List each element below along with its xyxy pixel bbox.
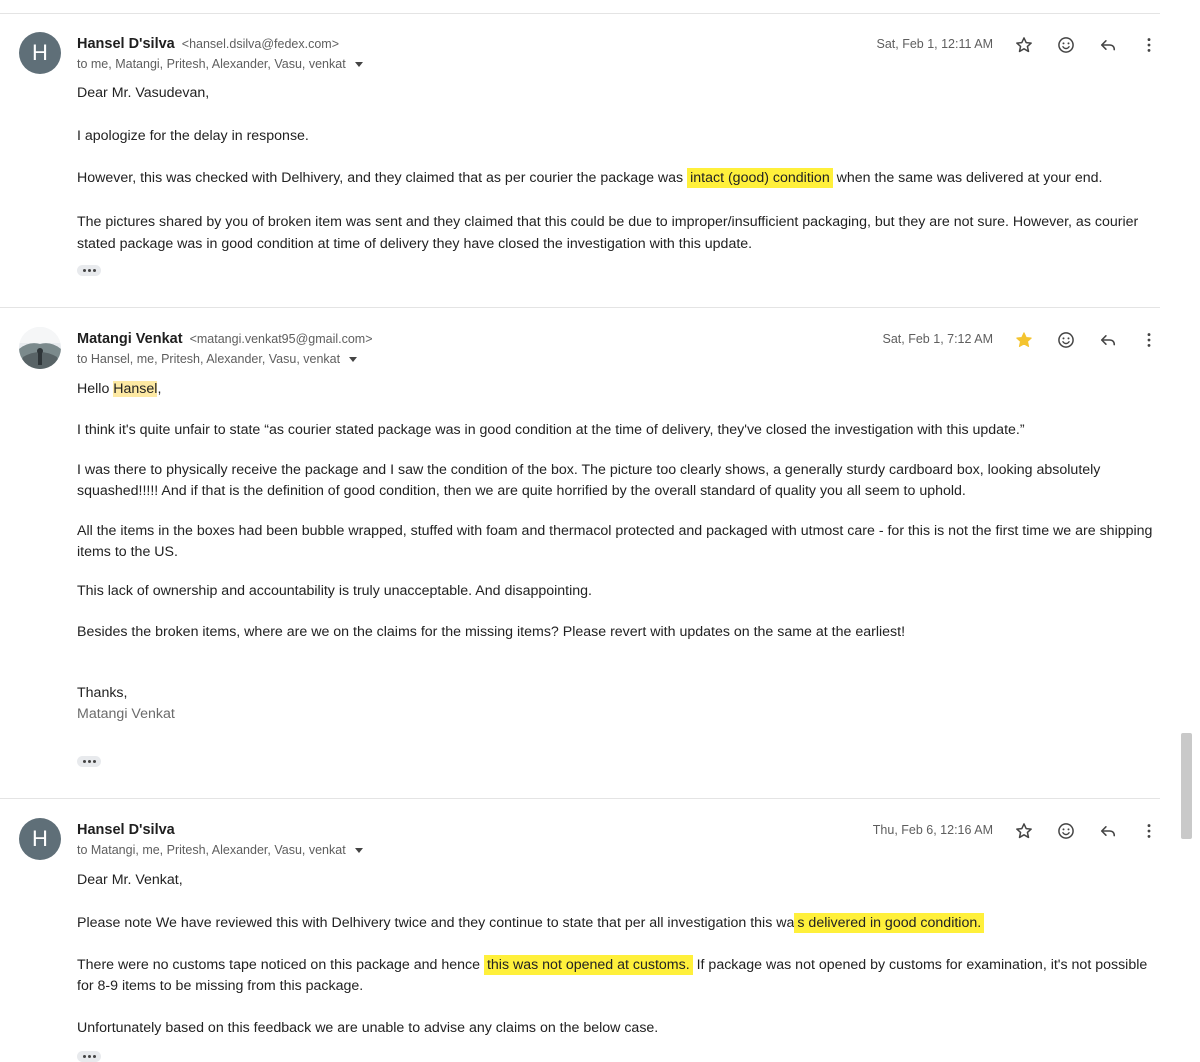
- emoji-icon[interactable]: [1054, 33, 1078, 57]
- body-paragraph: Unfortunately based on this feedback we …: [77, 1020, 659, 1036]
- star-icon[interactable]: [1012, 328, 1036, 352]
- signature: Matangi Venkat: [77, 705, 175, 722]
- more-vert-icon[interactable]: [1137, 819, 1161, 843]
- scrollbar-thumb[interactable]: [1181, 733, 1192, 839]
- reply-icon[interactable]: [1096, 819, 1120, 843]
- top-divider: [0, 13, 1160, 14]
- recipients-text: to Hansel, me, Pritesh, Alexander, Vasu,…: [77, 352, 341, 366]
- message-date: Thu, Feb 6, 12:16 AM: [872, 823, 993, 837]
- more-vert-icon[interactable]: [1137, 328, 1161, 352]
- reply-icon[interactable]: [1096, 33, 1120, 57]
- emoji-icon[interactable]: [1054, 328, 1078, 352]
- body-paragraph: Dear Mr. Venkat,: [77, 872, 183, 888]
- message-body: Dear Mr. Venkat, Please note We have rev…: [77, 870, 1162, 1039]
- message-body: Hello Hansel, I think it's quite unfair …: [77, 379, 1165, 724]
- body-paragraph: Besides the broken items, where are we o…: [77, 623, 906, 640]
- avatar[interactable]: H: [19, 818, 61, 860]
- body-text: when the same was delivered at your end.: [832, 170, 1103, 186]
- recipients-line[interactable]: to Matangi, me, Pritesh, Alexander, Vasu…: [77, 843, 363, 857]
- from-line: Hansel D'silva <hansel.dsilva@fedex.com>: [77, 36, 339, 52]
- body-paragraph: Hello Hansel,: [77, 379, 1165, 400]
- body-paragraph: All the items in the boxes had been bubb…: [77, 523, 1153, 560]
- expand-caret-icon[interactable]: [354, 62, 363, 67]
- message-date: Sat, Feb 1, 7:12 AM: [882, 332, 993, 346]
- reply-icon[interactable]: [1096, 328, 1120, 352]
- recipients-text: to Matangi, me, Pritesh, Alexander, Vasu…: [77, 843, 346, 857]
- body-text: There were no customs tape noticed on th…: [77, 957, 484, 973]
- sender-name[interactable]: Hansel D'silva: [77, 822, 175, 838]
- message-divider: [0, 798, 1160, 799]
- message-date: Sat, Feb 1, 12:11 AM: [876, 37, 993, 51]
- body-paragraph: This lack of ownership and accountabilit…: [77, 583, 592, 599]
- body-paragraph: The pictures shared by you of broken ite…: [77, 213, 1139, 252]
- body-paragraph: I think it's quite unfair to state “as c…: [77, 421, 1025, 438]
- body-text: Please note We have reviewed this with D…: [77, 914, 795, 931]
- from-line: Hansel D'silva: [77, 822, 175, 838]
- sender-name[interactable]: Hansel D'silva: [77, 36, 175, 52]
- highlighted-text: intact (good) condition: [687, 168, 833, 188]
- body-text: However, this was checked with Delhivery…: [77, 170, 688, 186]
- sender-email: <matangi.venkat95@gmail.com>: [189, 332, 373, 346]
- body-paragraph: Dear Mr. Vasudevan,: [77, 85, 210, 101]
- recipients-text: to me, Matangi, Pritesh, Alexander, Vasu…: [77, 57, 346, 71]
- avatar[interactable]: [19, 327, 61, 369]
- emoji-icon[interactable]: [1054, 819, 1078, 843]
- from-line: Matangi Venkat <matangi.venkat95@gmail.c…: [77, 331, 373, 347]
- body-paragraph: Please note We have reviewed this with D…: [77, 912, 1162, 934]
- star-icon[interactable]: [1012, 819, 1036, 843]
- sender-name[interactable]: Matangi Venkat: [77, 331, 183, 347]
- highlighted-text: this was not opened at customs.: [483, 955, 693, 975]
- body-text: ,: [157, 381, 162, 397]
- sender-email: <hansel.dsilva@fedex.com>: [181, 37, 340, 51]
- star-icon[interactable]: [1012, 33, 1036, 57]
- body-text: Hello: [77, 381, 114, 397]
- highlighted-text: s delivered in good condition.: [794, 912, 985, 933]
- more-vert-icon[interactable]: [1137, 33, 1161, 57]
- recipients-line[interactable]: to me, Matangi, Pritesh, Alexander, Vasu…: [77, 57, 363, 71]
- body-paragraph: I was there to physically receive the pa…: [77, 462, 1101, 499]
- expand-caret-icon[interactable]: [349, 357, 358, 362]
- ellipsis-icon[interactable]: [77, 756, 101, 767]
- closing: Thanks,: [77, 685, 128, 701]
- avatar[interactable]: H: [19, 32, 61, 74]
- ellipsis-icon[interactable]: [77, 265, 101, 276]
- highlighted-name: Hansel: [113, 381, 158, 397]
- message-divider: [0, 307, 1160, 308]
- expand-caret-icon[interactable]: [354, 848, 363, 853]
- body-paragraph: However, this was checked with Delhivery…: [77, 168, 1162, 189]
- body-paragraph: There were no customs tape noticed on th…: [77, 955, 1162, 996]
- body-paragraph: I apologize for the delay in response.: [77, 127, 309, 144]
- message-body: Dear Mr. Vasudevan, I apologize for the …: [77, 83, 1162, 255]
- recipients-line[interactable]: to Hansel, me, Pritesh, Alexander, Vasu,…: [77, 352, 358, 366]
